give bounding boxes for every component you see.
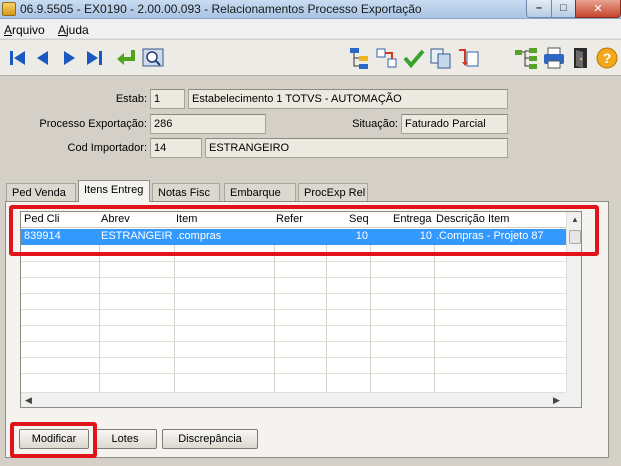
tab-ped-venda[interactable]: Ped Venda xyxy=(6,183,76,202)
title-bar: 06.9.5505 - EX0190 - 2.00.00.093 - Relac… xyxy=(0,0,621,19)
modificar-button[interactable]: Modificar xyxy=(19,429,89,449)
menu-ajuda[interactable]: Ajuda xyxy=(58,23,89,37)
cell-descricao: .Compras - Projeto 87 xyxy=(436,230,544,242)
grid-header: Ped Cli Abrev Item Refer Seq Entrega Des… xyxy=(21,212,566,228)
relate-icon[interactable] xyxy=(374,44,400,72)
estab-code-field[interactable]: 1 xyxy=(150,89,185,109)
exit-icon[interactable] xyxy=(568,44,594,72)
importador-name-field[interactable]: ESTRANGEIRO xyxy=(205,138,508,158)
window-title: 06.9.5505 - EX0190 - 2.00.00.093 - Relac… xyxy=(20,2,422,16)
cell-abrev: ESTRANGEIR xyxy=(101,230,173,242)
maximize-icon: □ xyxy=(560,2,567,14)
minimize-icon: – xyxy=(535,2,543,14)
grid-row-line xyxy=(21,341,566,342)
cell-seq: 10 xyxy=(355,230,368,242)
print-icon[interactable] xyxy=(541,44,567,72)
grid-col-divider xyxy=(99,229,100,392)
tab-notas-fisc[interactable]: Notas Fisc xyxy=(152,183,220,202)
first-record-icon[interactable] xyxy=(4,44,30,72)
col-seq[interactable]: Seq xyxy=(349,213,369,225)
situacao-label: Situação: xyxy=(352,118,398,130)
copy-icon[interactable] xyxy=(428,44,454,72)
menu-arquivo[interactable]: Arquivo xyxy=(4,23,45,37)
hierarchy-icon[interactable] xyxy=(513,44,539,72)
goto-icon[interactable] xyxy=(113,44,139,72)
tab-itens-entreg[interactable]: Itens Entreg xyxy=(78,180,150,202)
estab-label: Estab: xyxy=(115,93,147,105)
grid-row-line xyxy=(21,277,566,278)
col-entrega[interactable]: Entrega xyxy=(393,213,432,225)
col-abrev[interactable]: Abrev xyxy=(101,213,130,225)
lotes-button[interactable]: Lotes xyxy=(93,429,157,449)
toolbar: ? xyxy=(0,40,621,76)
scroll-left-icon[interactable]: ◀ xyxy=(25,395,32,406)
close-button[interactable]: ✕ xyxy=(575,0,621,18)
app-icon xyxy=(2,2,16,16)
maximize-button[interactable]: □ xyxy=(551,0,576,18)
confirm-icon[interactable] xyxy=(401,44,427,72)
col-item[interactable]: Item xyxy=(176,213,197,225)
cell-entrega: 10 xyxy=(419,230,432,242)
scroll-up-icon[interactable]: ▲ xyxy=(571,215,579,224)
grid-col-divider xyxy=(434,229,435,392)
prev-record-icon[interactable] xyxy=(30,44,56,72)
tab-procexp-rel[interactable]: ProcExp Rel xyxy=(298,183,368,202)
cell-item: .compras xyxy=(176,230,222,242)
col-refer[interactable]: Refer xyxy=(276,213,303,225)
svg-text:?: ? xyxy=(603,50,612,66)
help-icon[interactable]: ? xyxy=(595,44,621,72)
table-row[interactable]: 839914 ESTRANGEIR .compras 10 10 .Compra… xyxy=(21,229,566,245)
grid-row-line xyxy=(21,293,566,294)
importador-label: Cod Importador: xyxy=(67,142,147,154)
grid-row-line xyxy=(21,373,566,374)
discrepancia-button[interactable]: Discrepância xyxy=(162,429,258,449)
last-record-icon[interactable] xyxy=(82,44,108,72)
situacao-field[interactable]: Faturado Parcial xyxy=(401,114,508,134)
grid-col-divider xyxy=(274,229,275,392)
grid-col-divider xyxy=(326,229,327,392)
items-grid[interactable]: Ped Cli Abrev Item Refer Seq Entrega Des… xyxy=(20,211,582,408)
minimize-button[interactable]: – xyxy=(526,0,552,18)
grid-row-line xyxy=(21,309,566,310)
grid-row-line xyxy=(21,325,566,326)
next-record-icon[interactable] xyxy=(56,44,82,72)
cell-ped-cli: 839914 xyxy=(24,230,61,242)
scroll-right-icon[interactable]: ▶ xyxy=(553,395,560,406)
importador-code-field[interactable]: 14 xyxy=(150,138,202,158)
grid-col-divider xyxy=(370,229,371,392)
vertical-scrollbar[interactable]: ▲ xyxy=(566,212,581,392)
close-icon: ✕ xyxy=(593,3,603,15)
tab-embarque[interactable]: Embarque xyxy=(224,183,296,202)
scroll-corner xyxy=(566,392,581,407)
zoom-icon[interactable] xyxy=(140,44,166,72)
scroll-thumb[interactable] xyxy=(569,230,581,244)
grid-row-line xyxy=(21,261,566,262)
processo-label: Processo Exportação: xyxy=(39,118,147,130)
edit-structure-icon[interactable] xyxy=(347,44,373,72)
col-descricao[interactable]: Descrição Item xyxy=(436,213,509,225)
grid-col-divider xyxy=(174,229,175,392)
transfer-icon[interactable] xyxy=(455,44,481,72)
menu-bar: Arquivo Ajuda xyxy=(0,19,621,39)
grid-row-line xyxy=(21,357,566,358)
col-ped-cli[interactable]: Ped Cli xyxy=(24,213,59,225)
estab-name-field[interactable]: Estabelecimento 1 TOTVS - AUTOMAÇÃO xyxy=(188,89,508,109)
horizontal-scrollbar[interactable]: ◀ ▶ xyxy=(21,392,566,407)
processo-field[interactable]: 286 xyxy=(150,114,266,134)
